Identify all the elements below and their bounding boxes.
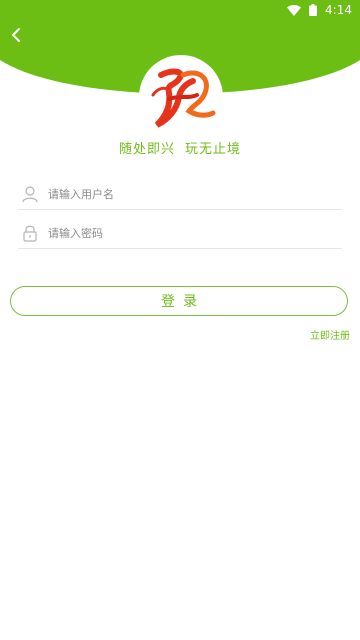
logo-mark	[151, 68, 216, 128]
chevron-left-icon	[12, 28, 20, 42]
password-input[interactable]	[46, 225, 342, 241]
slogan-part-1: 随处即兴	[118, 142, 175, 157]
battery-icon	[309, 4, 318, 16]
user-icon	[22, 186, 38, 203]
slogan-part-2: 玩无止境	[185, 142, 242, 157]
lock-icon	[23, 225, 37, 242]
slogan: 随处即兴 玩无止境	[0, 138, 360, 157]
status-bar: 4:14	[0, 0, 360, 22]
username-input[interactable]	[46, 186, 342, 202]
back-button[interactable]	[6, 24, 28, 46]
app-logo	[139, 55, 223, 139]
status-time: 4:14	[325, 3, 352, 17]
register-link[interactable]: 立即注册	[310, 327, 350, 342]
login-button[interactable]: 登录	[10, 286, 348, 316]
password-field	[18, 218, 342, 249]
username-field	[18, 179, 342, 210]
wifi-icon	[287, 4, 302, 16]
